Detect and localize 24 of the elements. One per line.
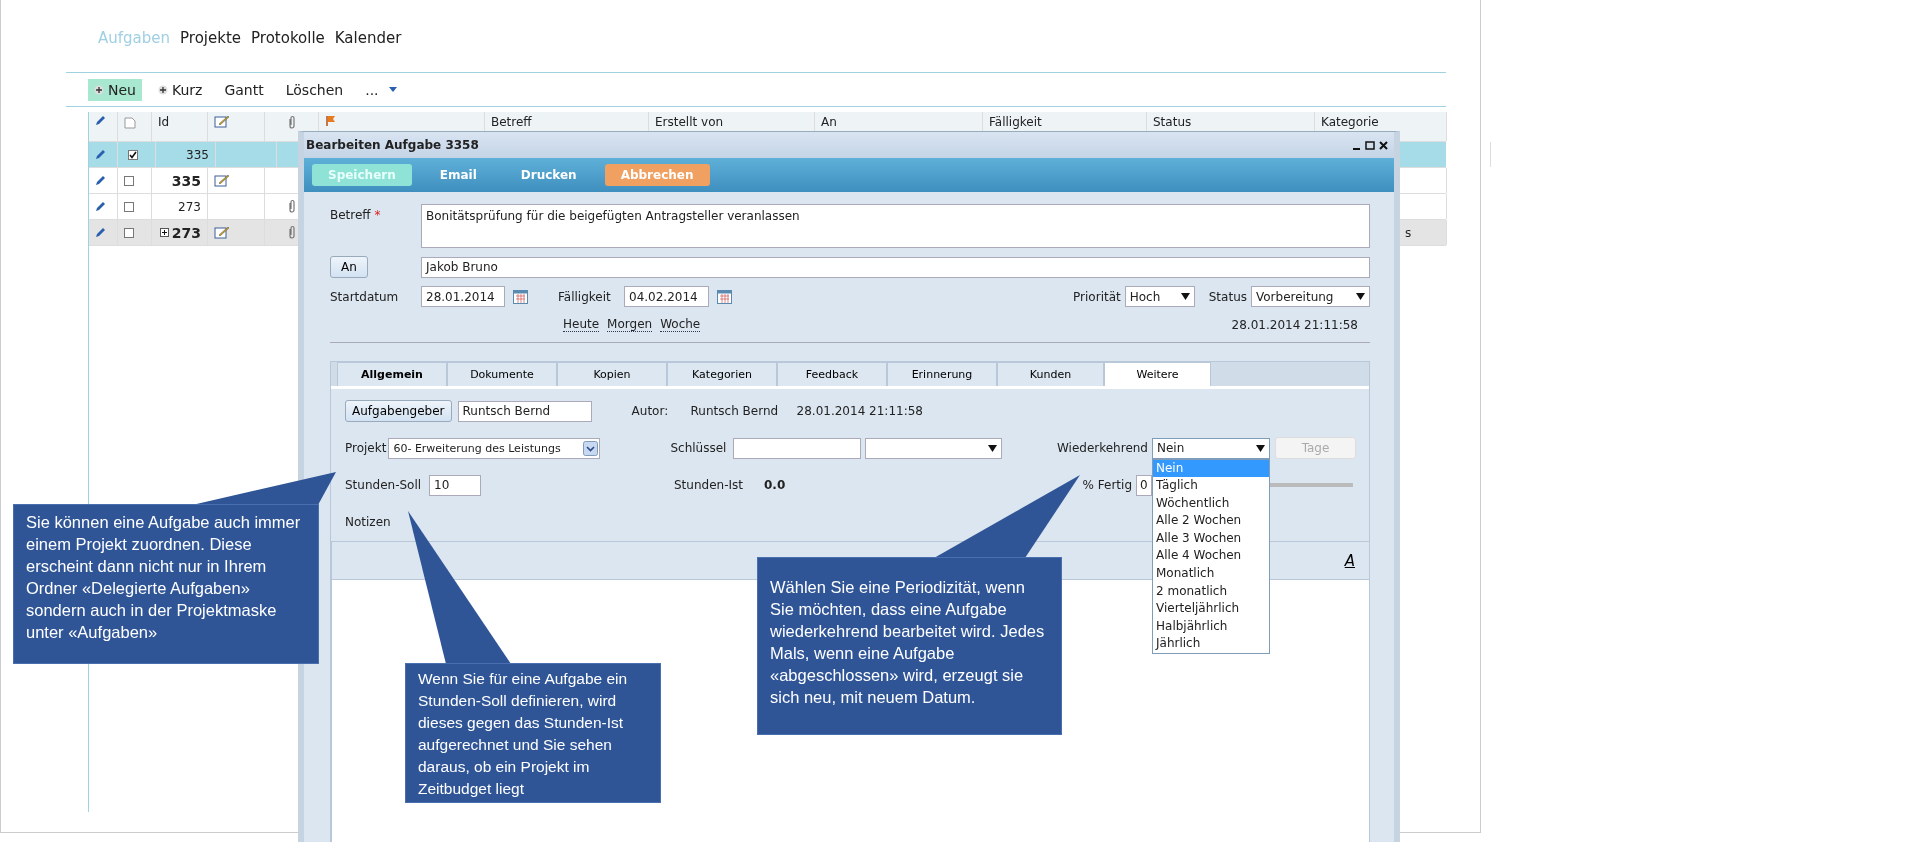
author-date: 28.01.2014 21:11:58 [796,404,923,418]
required-mark: * [374,208,381,222]
task-id: 335 [186,147,209,162]
field-label: Notizen [345,515,391,529]
field-label: Projekt [345,441,387,455]
timestamp: 28.01.2014 21:11:58 [1231,317,1358,332]
field-label: Priorität [1073,289,1121,304]
window-title: Bearbeiten Aufgabe 3358 [306,138,479,152]
task-id: 273 [171,224,201,241]
task-id: 335 [171,172,201,189]
field-label: Autor: [631,404,670,418]
field-label: % Fertig [1082,478,1132,492]
author-name: Runtsch Bernd [690,404,780,418]
field-label: Fälligkeit [558,289,612,304]
task-id: 273 [178,199,201,214]
field-label: Wiederkehrend [1056,441,1148,455]
field-label: Stunden-Ist [674,478,744,492]
table-cell: s [1405,225,1412,240]
field-label: Schlüssel [670,441,728,455]
field-label: Status [1208,289,1247,304]
actual-hours: 0.0 [764,478,786,492]
field-label: Startdatum [330,289,400,304]
field-label: Betreff [330,208,371,222]
field-label: Stunden-Soll [345,478,423,492]
